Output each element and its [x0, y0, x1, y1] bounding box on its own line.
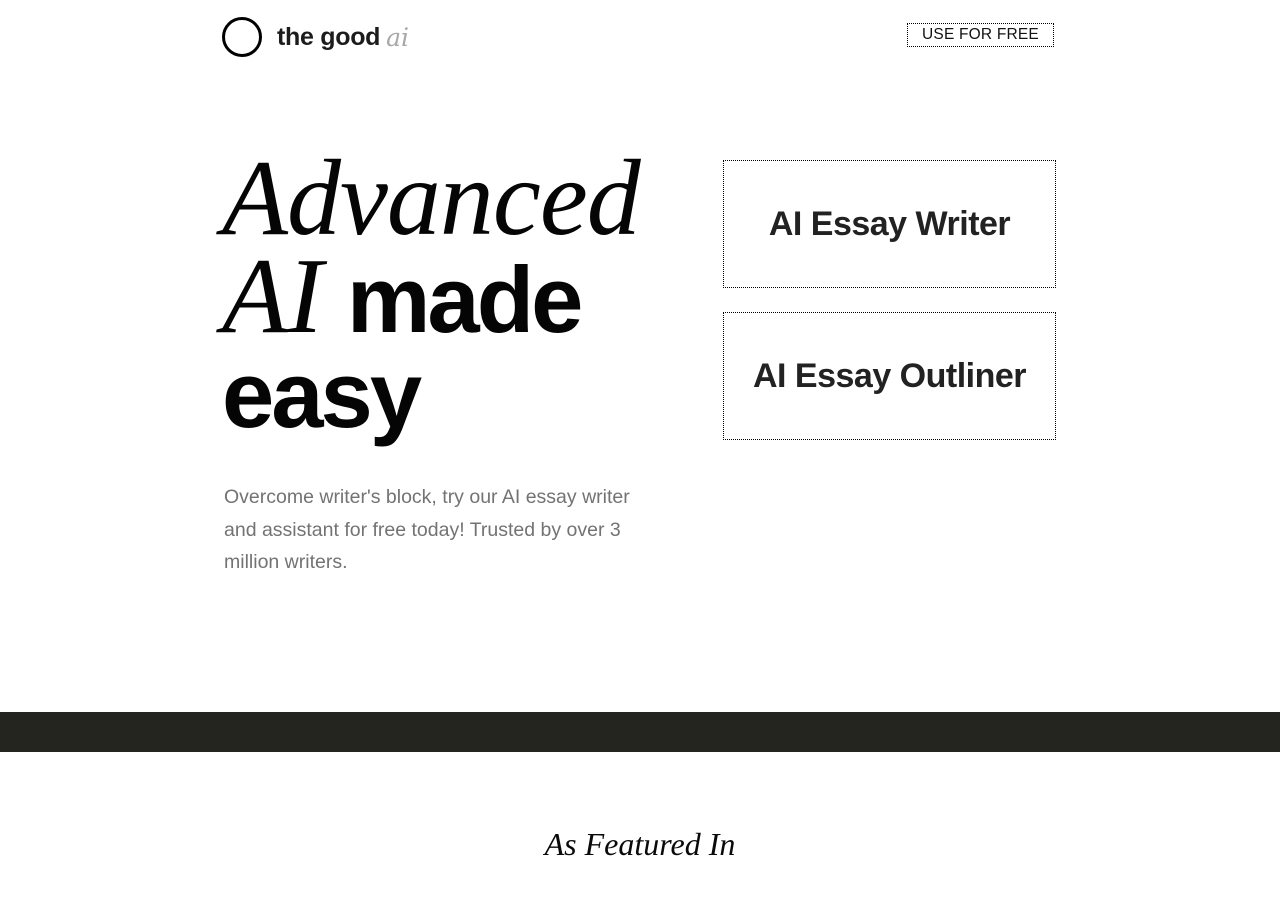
ai-essay-writer-card[interactable]: AI Essay Writer	[723, 160, 1056, 288]
ai-essay-outliner-label: AI Essay Outliner	[752, 356, 1027, 395]
ai-essay-writer-label: AI Essay Writer	[768, 204, 1011, 243]
use-for-free-button[interactable]: USE FOR FREE	[907, 23, 1054, 47]
hero-headline: Advanced AI made easy	[222, 145, 692, 444]
logo-text: the good	[277, 22, 381, 51]
hero-word-ai: AI	[222, 237, 323, 356]
circle-logo-icon	[222, 17, 262, 57]
hero-word-made: made	[346, 247, 584, 352]
hero-line-3: easy	[222, 346, 692, 444]
logo-link[interactable]: the good ai	[222, 17, 409, 57]
ai-essay-outliner-card[interactable]: AI Essay Outliner	[723, 312, 1056, 440]
page: the good ai USE FOR FREE Advanced AI mad…	[0, 0, 1280, 900]
hero-description: Overcome writer's block, try our AI essa…	[224, 486, 630, 573]
site-header: the good ai USE FOR FREE	[0, 0, 1280, 76]
dark-divider-band	[0, 712, 1280, 752]
logo-ai-text: ai	[386, 22, 410, 52]
hero-line-1: Advanced	[222, 145, 692, 253]
hero-word-easy: easy	[222, 342, 422, 447]
featured-heading: As Featured In	[544, 826, 736, 862]
hero-line-2: AI made	[222, 243, 692, 351]
